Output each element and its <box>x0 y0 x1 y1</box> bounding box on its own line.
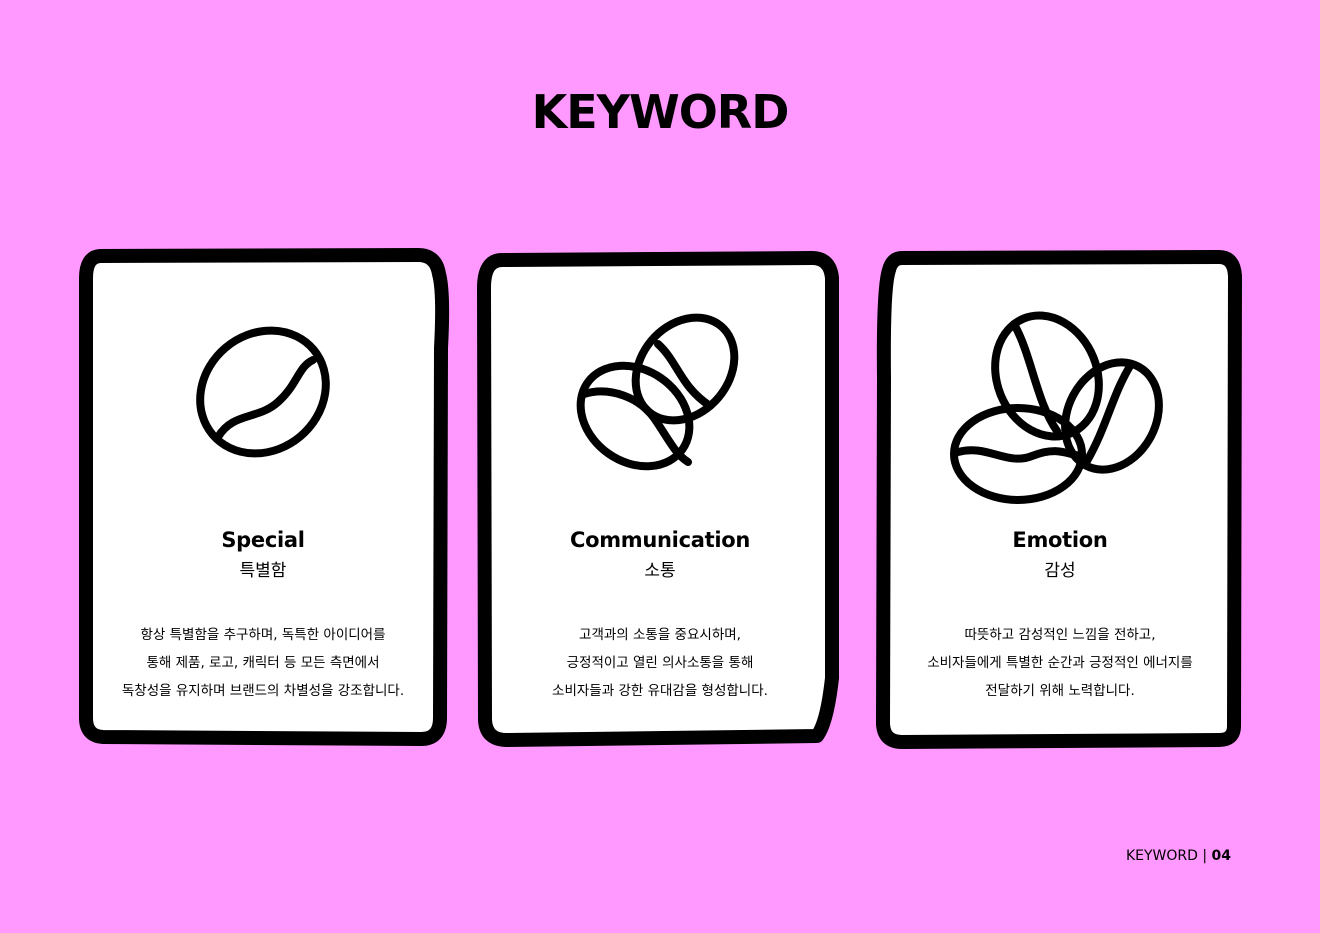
description-line: 항상 특별함을 추구하며, 독특한 아이디어를 <box>140 627 386 643</box>
card-description: 고객과의 소통을 중요시하며, 긍정적이고 열린 의사소통을 통해 소비자들과 … <box>472 621 848 705</box>
card-title: Special <box>221 528 305 552</box>
description-line: 전달하기 위해 노력합니다. <box>985 683 1135 699</box>
three-coffee-beans-icon <box>950 311 1163 504</box>
description-line: 소비자들에게 특별한 순간과 긍정적인 에너지를 <box>927 655 1193 671</box>
keyword-card-emotion: Emotion 감성 따뜻하고 감성적인 느낌을 전하고, 소비자들에게 특별한… <box>874 248 1246 752</box>
card-subtitle: 소통 <box>644 561 676 581</box>
footer-label: KEYWORD <box>1125 848 1198 864</box>
keyword-card-special: Special 특별함 항상 특별함을 추구하며, 독특한 아이디어를 통해 제… <box>78 248 450 752</box>
page-title: KEYWORD <box>531 85 790 139</box>
card-subtitle: 감성 <box>1044 561 1076 581</box>
description-line: 독창성을 유지하며 브랜드의 차별성을 강조합니다. <box>121 683 405 699</box>
coffee-bean-icon <box>196 326 330 458</box>
card-description: 따뜻하고 감성적인 느낌을 전하고, 소비자들에게 특별한 순간과 긍정적인 에… <box>874 621 1246 705</box>
page-number: 04 <box>1211 848 1231 864</box>
card-title: Emotion <box>1012 528 1108 552</box>
card-title: Communication <box>569 528 751 552</box>
card-description: 항상 특별함을 추구하며, 독특한 아이디어를 통해 제품, 로고, 캐릭터 등… <box>78 621 448 705</box>
description-line: 따뜻하고 감성적인 느낌을 전하고, <box>964 627 1156 643</box>
footer-separator: | <box>1202 848 1208 864</box>
keyword-card-communication: Communication 소통 고객과의 소통을 중요시하며, 긍정적이고 열… <box>472 248 848 752</box>
description-line: 긍정적이고 열린 의사소통을 통해 <box>566 655 754 671</box>
description-line: 소비자들과 강한 유대감을 형성합니다. <box>552 683 768 699</box>
description-line: 통해 제품, 로고, 캐릭터 등 모든 측면에서 <box>146 655 380 671</box>
two-coffee-beans-icon <box>576 313 739 471</box>
page-footer: KEYWORD | 04 <box>1126 846 1231 866</box>
card-subtitle: 특별함 <box>239 561 287 581</box>
description-line: 고객과의 소통을 중요시하며, <box>579 627 741 643</box>
